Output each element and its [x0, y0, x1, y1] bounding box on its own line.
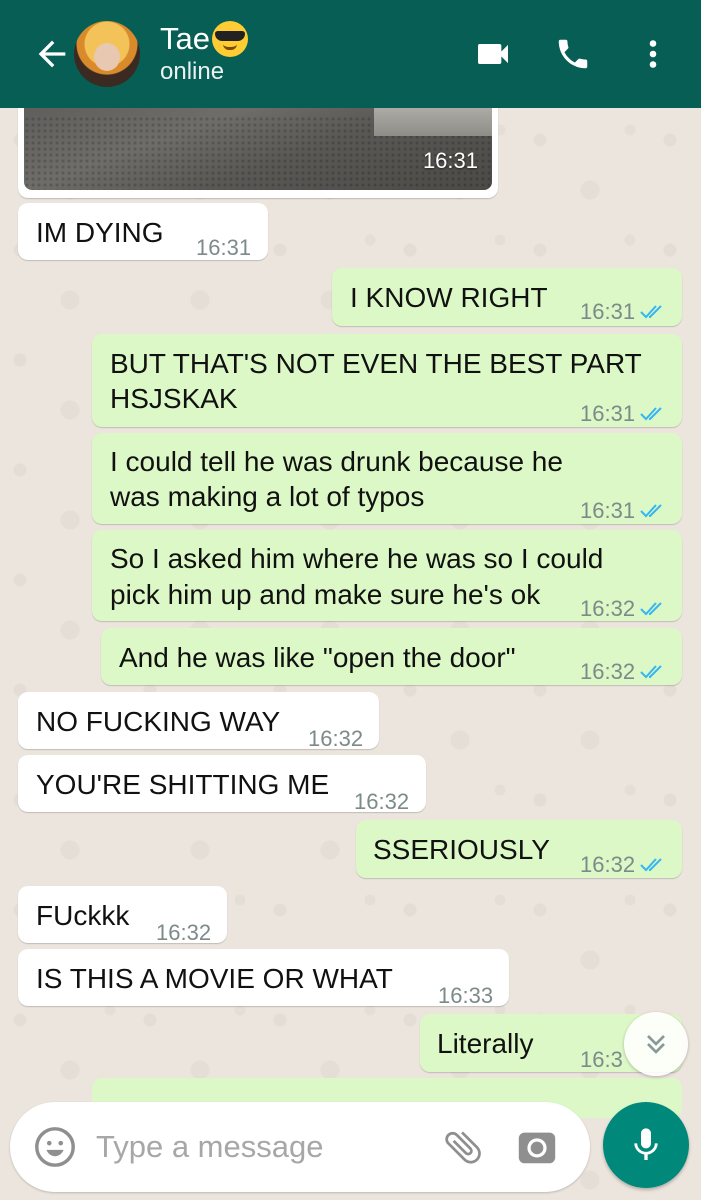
message-text: SSERIOUSLY: [373, 834, 550, 865]
message-text-line1: I could tell he was drunk because he: [110, 446, 563, 477]
message-input[interactable]: [96, 1122, 436, 1172]
video-call-button[interactable]: [463, 24, 523, 84]
chat-header: Tae online: [0, 0, 701, 108]
message-bubble-incoming[interactable]: YOU'RE SHITTING ME 16:32: [18, 755, 426, 814]
message-time: 16:31: [580, 498, 636, 523]
message-text: And he was like "open the door": [119, 642, 516, 673]
contact-status: online: [160, 58, 225, 85]
contact-name: Tae: [160, 21, 210, 56]
message-text-line2: pick him up and make sure he's ok: [110, 579, 541, 610]
message-time: 16:31: [580, 299, 636, 324]
message-text: IM DYING: [36, 217, 164, 248]
double-check-read-icon: [640, 407, 662, 421]
message-bubble-outgoing[interactable]: And he was like "open the door" 16:32: [101, 628, 682, 685]
arrow-left-icon: [38, 40, 66, 68]
message-bubble-outgoing[interactable]: SSERIOUSLY 16:32: [356, 820, 682, 878]
message-bubble-incoming[interactable]: IS THIS A MOVIE OR WHAT 16:33: [18, 949, 509, 1008]
scroll-to-bottom-button[interactable]: [624, 1012, 688, 1076]
more-vert-icon: [649, 40, 657, 68]
message-text: YOU'RE SHITTING ME: [36, 769, 330, 800]
video-camera-icon: [478, 44, 508, 64]
message-time: 16:32: [580, 596, 636, 621]
message-text: NO FUCKING WAY: [36, 706, 281, 737]
message-time: 16:31: [422, 148, 478, 173]
phone-icon: [558, 39, 588, 69]
camera-icon: [518, 1132, 556, 1164]
double-check-read-icon: [640, 504, 662, 518]
double-check-read-icon: [640, 665, 662, 679]
message-composer: [10, 1102, 590, 1192]
attach-button[interactable]: [436, 1120, 490, 1174]
message-bubble-outgoing[interactable]: I could tell he was drunk because he was…: [92, 433, 682, 524]
sunglasses-emoji-icon: [211, 21, 248, 57]
message-bubble-incoming[interactable]: FUckkk 16:32: [18, 886, 227, 945]
message-text: Literally: [437, 1028, 534, 1059]
back-button[interactable]: [22, 24, 82, 84]
voice-call-button[interactable]: [543, 24, 603, 84]
emoji-button[interactable]: [28, 1120, 82, 1174]
message-text: FUckkk: [36, 900, 130, 931]
voice-record-button[interactable]: [603, 1102, 689, 1188]
message-text: I KNOW RIGHT: [350, 282, 548, 313]
double-check-read-icon: [640, 305, 662, 319]
message-time: 16:33: [438, 983, 494, 1008]
message-bubble-incoming[interactable]: IM DYING 16:31: [18, 203, 268, 260]
double-check-read-icon: [640, 602, 662, 616]
message-text-line2: HSJSKAK: [110, 383, 238, 414]
image-thumbnail[interactable]: 16:31: [24, 96, 492, 190]
smiley-icon: [35, 1127, 75, 1167]
double-chevron-down-icon: [647, 1035, 665, 1054]
message-time: 16:31: [196, 235, 252, 260]
message-bubble-outgoing[interactable]: So I asked him where he was so I could p…: [92, 530, 682, 621]
contact-avatar[interactable]: [74, 21, 140, 87]
message-text-line1: So I asked him where he was so I could: [110, 543, 604, 574]
camera-button[interactable]: [510, 1120, 564, 1174]
message-time: 16:32: [580, 659, 636, 684]
message-time: 16:3: [580, 1047, 623, 1072]
message-bubble-incoming[interactable]: NO FUCKING WAY 16:32: [18, 692, 379, 751]
message-time: 16:32: [580, 852, 636, 877]
image-message[interactable]: 16:31: [18, 96, 498, 198]
microphone-icon: [634, 1128, 658, 1160]
message-bubble-outgoing[interactable]: BUT THAT'S NOT EVEN THE BEST PART HSJSKA…: [92, 334, 682, 427]
contact-info[interactable]: Tae online: [160, 21, 248, 87]
more-options-button[interactable]: [623, 24, 683, 84]
message-text: IS THIS A MOVIE OR WHAT: [36, 963, 393, 994]
message-time: 16:31: [580, 401, 636, 426]
message-text-line1: BUT THAT'S NOT EVEN THE BEST PART: [110, 348, 642, 379]
message-time: 16:32: [308, 726, 364, 751]
message-bubble-outgoing[interactable]: I KNOW RIGHT 16:31: [332, 268, 682, 326]
message-text-line2: was making a lot of typos: [110, 481, 425, 512]
message-time: 16:32: [156, 920, 212, 945]
message-time: 16:32: [354, 789, 410, 814]
paperclip-icon: [445, 1131, 481, 1164]
double-check-read-icon: [640, 858, 662, 872]
